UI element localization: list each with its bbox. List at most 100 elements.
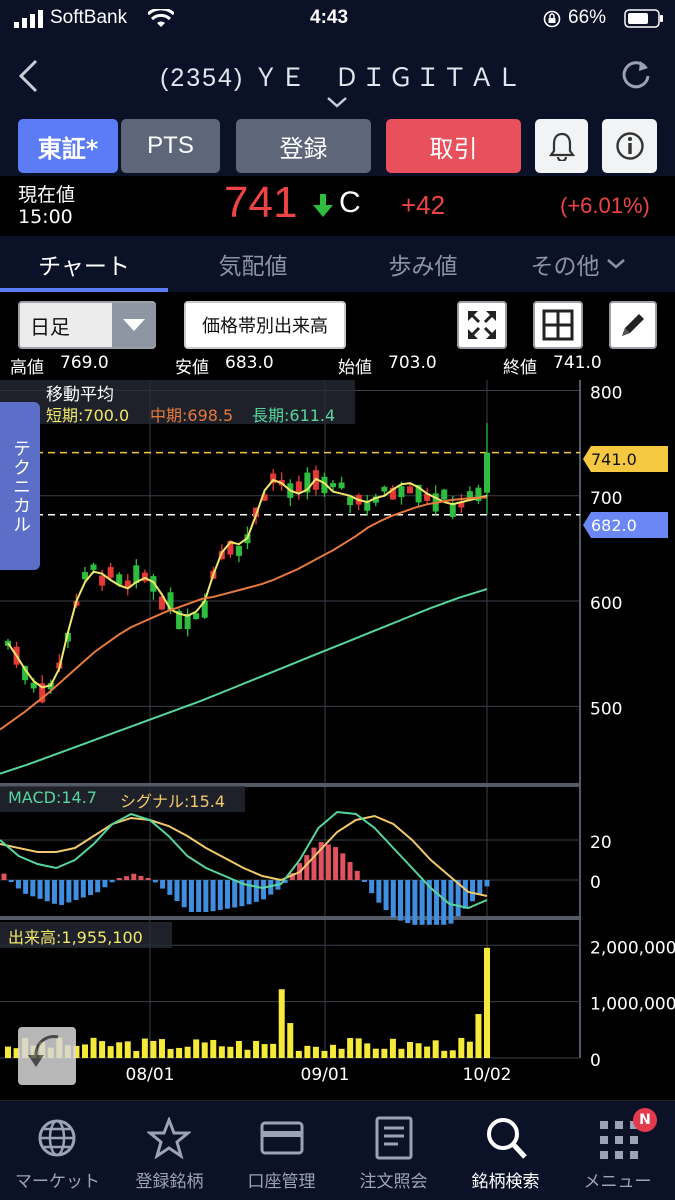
volume-bar [270, 1043, 277, 1058]
macd-histogram-bar [95, 880, 101, 893]
refresh-icon[interactable] [620, 58, 652, 90]
macd-histogram-bar [210, 880, 216, 912]
tab-chart[interactable]: チャート [0, 236, 168, 292]
grid-icon [542, 309, 574, 341]
volume-bar [364, 1043, 371, 1058]
nav-watchlist-label: 登録銘柄 [135, 1172, 204, 1192]
candle-body [441, 489, 448, 500]
volume-bar [347, 1038, 354, 1058]
layout-button[interactable] [533, 301, 583, 349]
volume-tick-label: 1,000,000 [590, 995, 675, 1015]
volume-bar [312, 1046, 319, 1058]
market-tse-button[interactable]: 東証* [18, 119, 118, 173]
nav-watchlist[interactable]: 登録銘柄 [112, 1101, 227, 1200]
nav-bar: (2354) ＹＥ ＤＩＧＩＴＡＬ [0, 36, 675, 116]
clock: 4:43 [310, 7, 349, 28]
chevron-down-icon[interactable] [326, 96, 348, 108]
pts-button[interactable]: PTS [121, 119, 220, 173]
period-select[interactable]: 日足 [18, 301, 156, 349]
x-tick-label: 08/01 [126, 1065, 175, 1085]
fullscreen-button[interactable] [457, 301, 507, 349]
volume-bar [99, 1041, 106, 1058]
volume-bar [287, 1023, 294, 1058]
candle-body [449, 503, 456, 517]
draw-button[interactable] [609, 301, 657, 349]
chevron-down-icon [606, 259, 625, 269]
tab-quotes[interactable]: 気配値 [168, 236, 338, 292]
macd-histogram-bar [448, 880, 454, 924]
macd-histogram-bar [412, 880, 418, 925]
macd-histogram-bar [340, 853, 346, 880]
volume-bar [278, 989, 285, 1058]
nav-orders[interactable]: 注文照会 [336, 1101, 451, 1200]
candle-body [338, 482, 345, 489]
volume-tick-label: 0 [590, 1051, 601, 1071]
volume-bar [304, 1045, 311, 1058]
macd-histogram-bar [232, 880, 238, 908]
macd-histogram-bar [397, 880, 403, 921]
scroll-back-button[interactable] [18, 1027, 76, 1085]
technical-side-tab[interactable]: テクニカル [0, 402, 40, 570]
volume-bar [81, 1044, 88, 1058]
volume-bar [253, 1040, 260, 1058]
tab-ticks[interactable]: 歩み値 [338, 236, 508, 292]
macd-histogram-bar [73, 880, 79, 900]
volume-bar [338, 1048, 345, 1058]
volume-bar [201, 1042, 208, 1058]
volume-bar [372, 1048, 379, 1058]
orientation-lock-icon [543, 10, 561, 28]
macd-histogram-bar [217, 880, 223, 910]
back-icon[interactable] [16, 58, 40, 94]
price-chart[interactable]: 08/01 09/01 10/02 800 700 600 500 20 0 2,000,000 1… [0, 380, 675, 1100]
trade-button[interactable]: 取引 [386, 119, 521, 173]
tab-other[interactable]: その他 [508, 236, 648, 292]
macd-histogram-bar [109, 880, 115, 883]
candle-body [90, 564, 97, 570]
macd-histogram-bar [354, 870, 360, 880]
candle-body [107, 567, 114, 578]
pencil-icon [622, 314, 644, 336]
macd-histogram-bar [477, 880, 483, 894]
nav-menu[interactable]: N メニュー [560, 1101, 675, 1200]
bell-icon [548, 132, 575, 161]
current-price-tag: 741.0 [583, 446, 668, 472]
volume-bar [107, 1046, 114, 1058]
macd-histogram-bar [390, 880, 396, 918]
macd-histogram-bar [181, 880, 187, 908]
volume-bar [321, 1050, 328, 1058]
macd-histogram-bar [23, 880, 29, 894]
wifi-icon [148, 9, 174, 27]
macd-histogram-bar [124, 876, 130, 880]
volume-bar [184, 1046, 191, 1058]
volume-by-price-button[interactable]: 価格帯別出来高 [184, 301, 346, 349]
arrow-down-icon [313, 194, 333, 217]
volume-bar [210, 1039, 217, 1058]
current-price: 741 [224, 178, 298, 227]
y-tick-label: 800 [590, 384, 622, 404]
macd-histogram-bar [1, 873, 7, 880]
volume-bar [355, 1038, 362, 1058]
open-value: 703.0 [388, 353, 437, 373]
star-icon [147, 1117, 191, 1159]
macd-histogram-bar [369, 880, 375, 894]
current-price-label: 現在値 [18, 184, 76, 206]
alert-button[interactable] [535, 119, 588, 173]
candle-body [330, 483, 337, 488]
nav-market[interactable]: マーケット [0, 1101, 115, 1200]
stock-title[interactable]: (2354) ＹＥ ＤＩＧＩＴＡＬ [160, 58, 521, 94]
high-label: 高値 [10, 358, 44, 378]
volume-bar [218, 1046, 225, 1058]
register-button[interactable]: 登録 [236, 119, 371, 173]
macd-histogram-bar [30, 880, 36, 897]
volume-bar [381, 1048, 388, 1058]
nav-account[interactable]: 口座管理 [224, 1101, 339, 1200]
nav-search[interactable]: 銘柄検索 [448, 1101, 563, 1200]
macd-histogram-bar [152, 880, 158, 883]
carrier: SoftBank [50, 7, 128, 28]
macd-histogram-bar [131, 873, 137, 880]
volume-bar [458, 1037, 465, 1058]
macd-histogram-bar [44, 880, 50, 902]
info-button[interactable] [602, 119, 657, 173]
high-value: 769.0 [60, 353, 109, 373]
volume-bar [5, 1046, 11, 1058]
